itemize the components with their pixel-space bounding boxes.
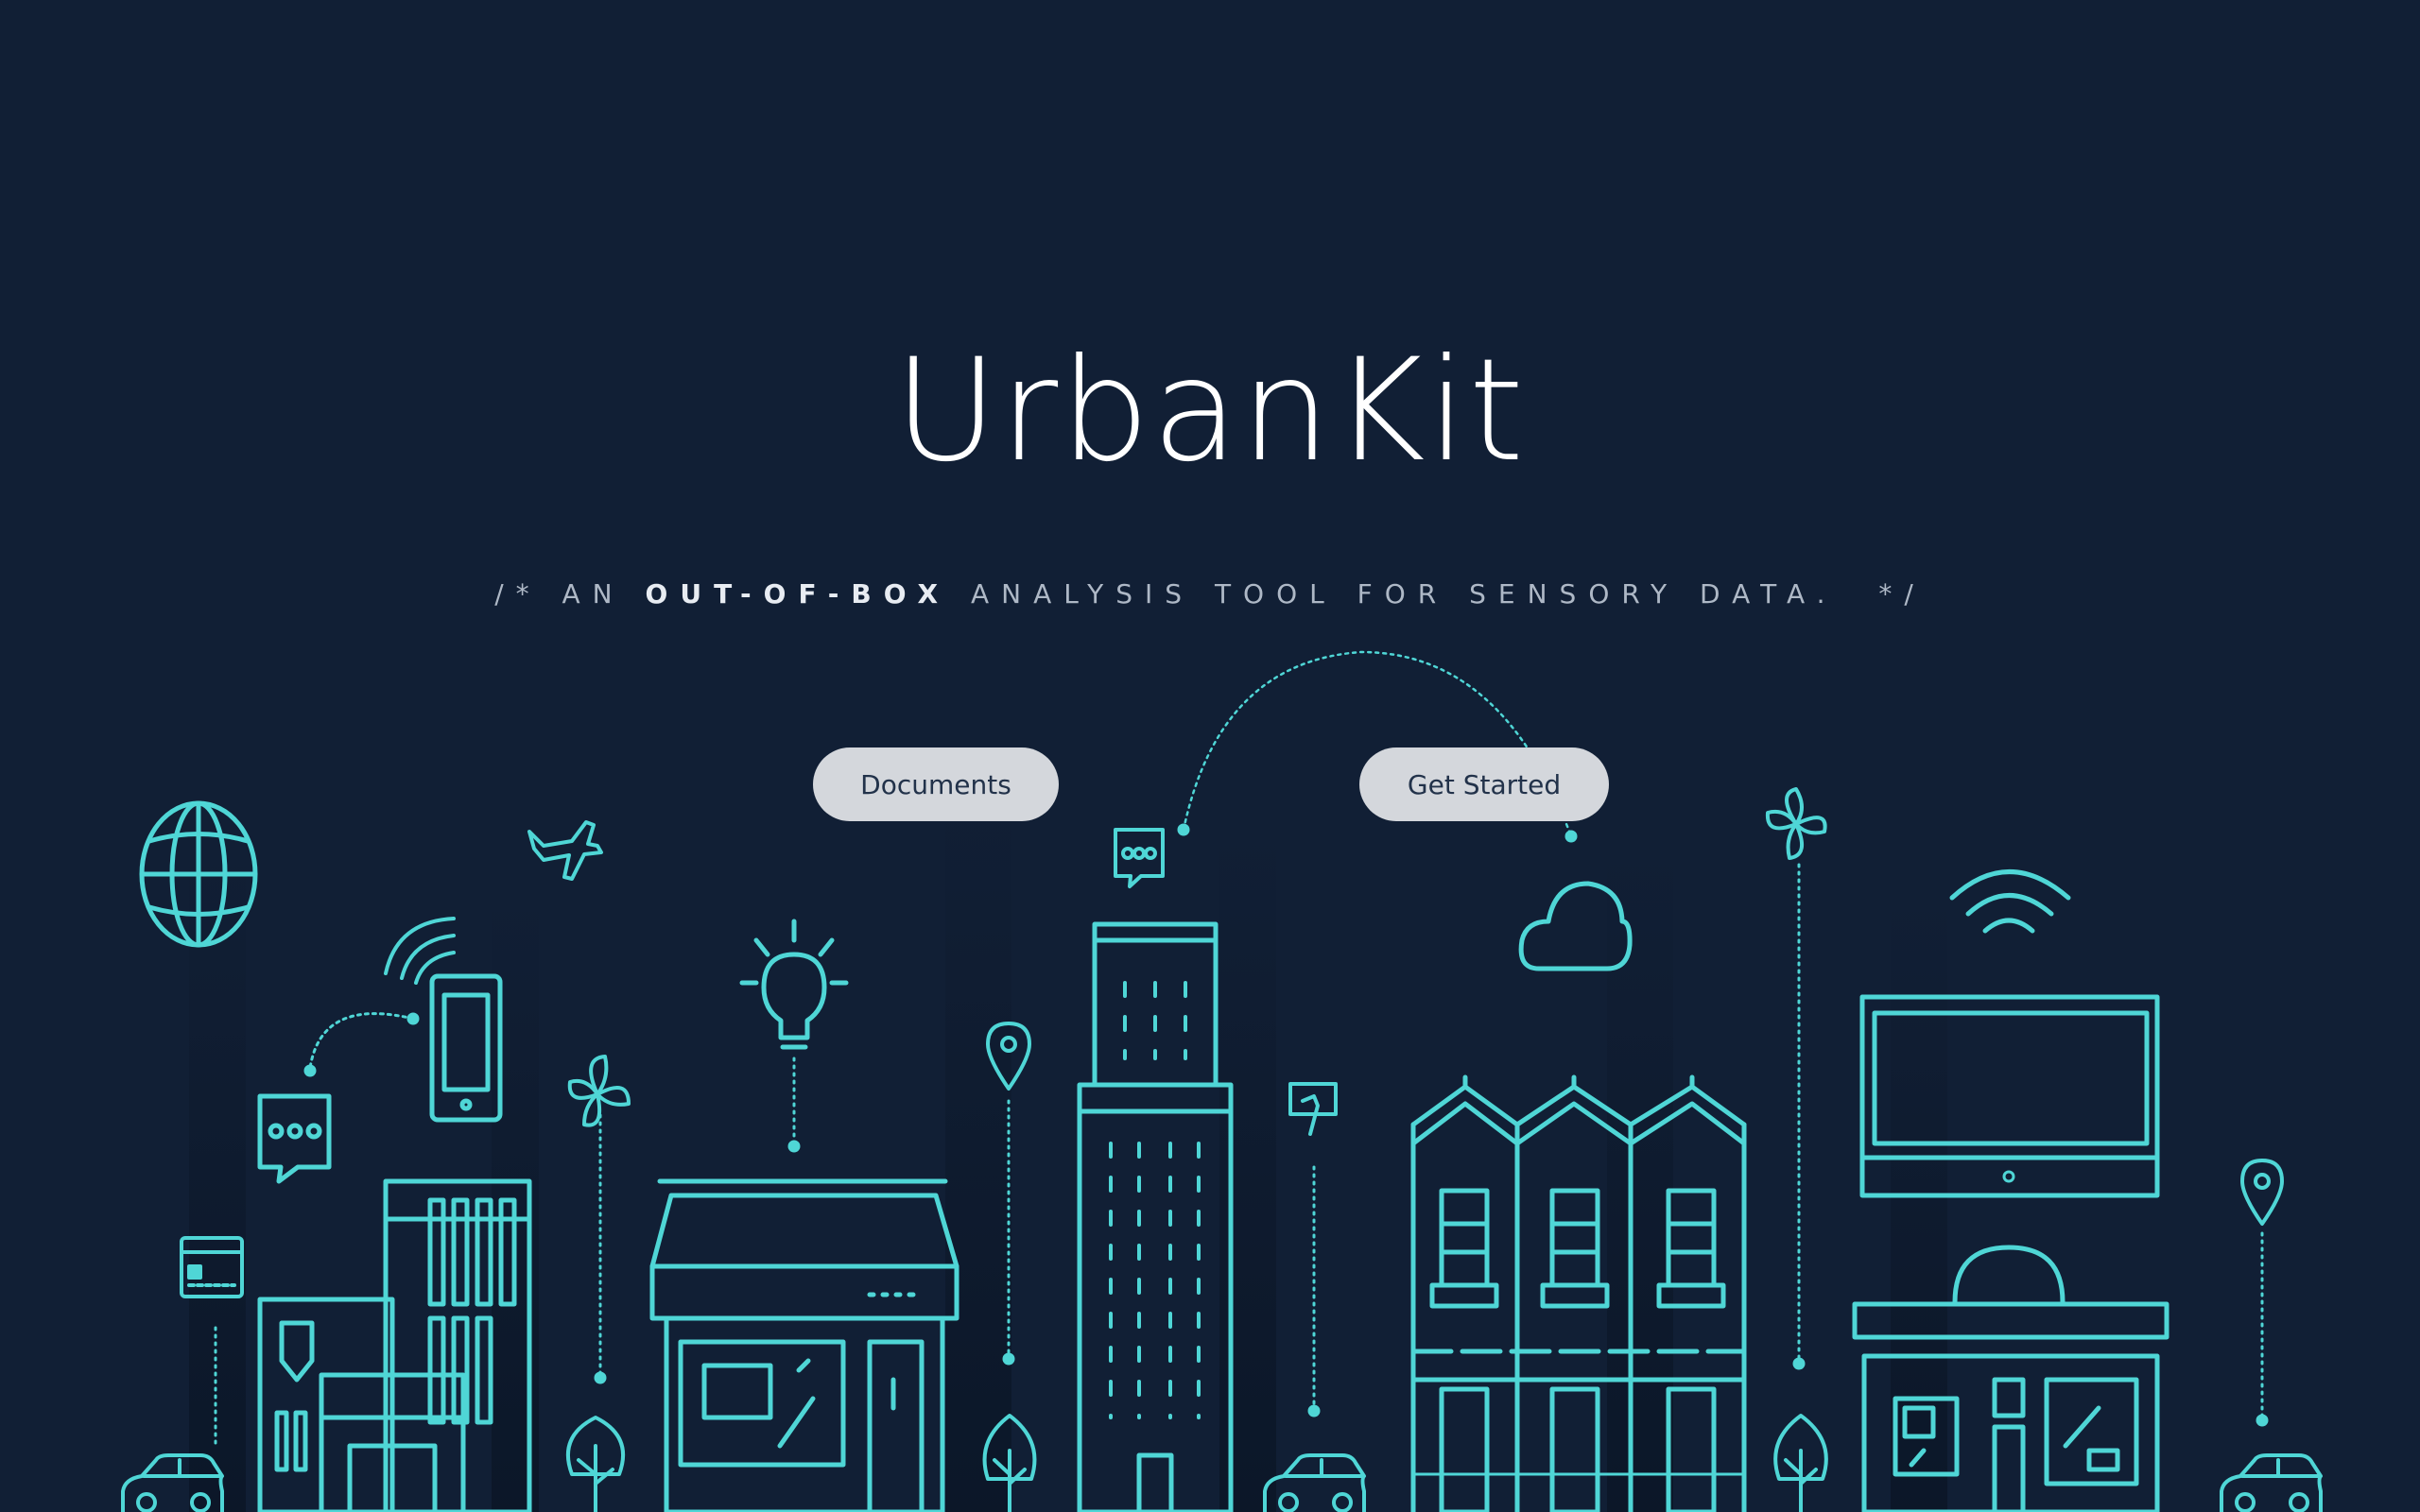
lightbulb-icon (739, 919, 849, 1050)
airplane-icon (527, 820, 603, 881)
row-houses (1410, 1074, 1747, 1512)
get-started-button[interactable]: Get Started (1359, 747, 1609, 821)
shop-building (649, 1178, 959, 1512)
chat-bubble-icon (1114, 828, 1165, 888)
wifi-icon (1949, 869, 2071, 934)
documents-button[interactable]: Documents (813, 747, 1059, 821)
pinwheel-icon (1765, 787, 1827, 860)
car-icon (1263, 1453, 1366, 1512)
wifi-icon (384, 917, 456, 985)
tagline: /* AN OUT-OF-BOX ANALYSIS TOOL FOR SENSO… (0, 578, 2420, 610)
globe-icon (139, 800, 258, 948)
tree-icon (566, 1416, 625, 1512)
tagline-emphasis: OUT-OF-BOX (645, 578, 951, 610)
office-building-left (257, 1178, 532, 1512)
car-icon (2220, 1453, 2323, 1512)
tagline-prefix: /* AN (494, 578, 646, 610)
app-title: UrbanKit (893, 329, 1527, 493)
smartphone-icon (429, 973, 503, 1123)
chat-bubble-icon (257, 1093, 332, 1184)
tagline-suffix: ANALYSIS TOOL FOR SENSORY DATA. */ (950, 578, 1926, 610)
payment-terminal-icon (1288, 1082, 1338, 1136)
city-illustration (121, 650, 2323, 1512)
landing-page: UrbanKit /* AN OUT-OF-BOX ANALYSIS TOOL … (0, 0, 2420, 1512)
tree-icon (1773, 1414, 1828, 1512)
tower-building (1077, 921, 1234, 1512)
map-pin-icon (2240, 1159, 2284, 1226)
